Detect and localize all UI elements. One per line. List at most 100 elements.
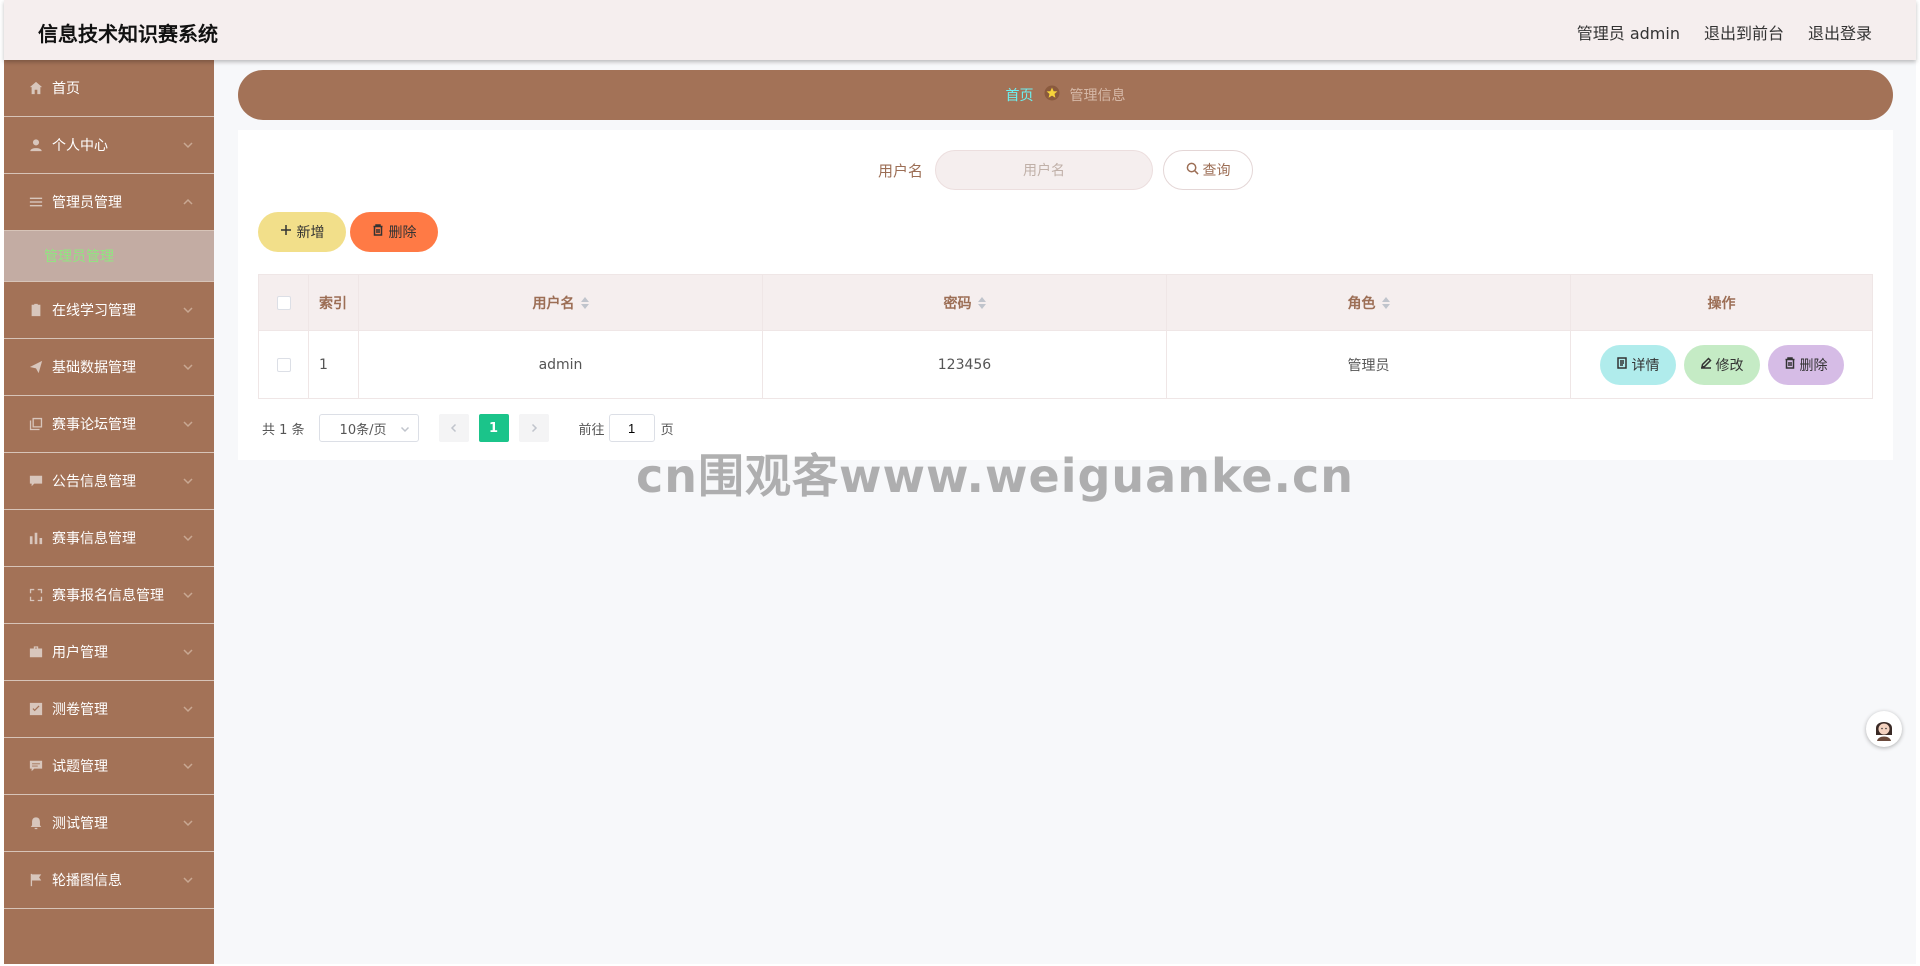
detail-button[interactable]: 详情 <box>1599 344 1676 385</box>
username-search-input[interactable] <box>935 150 1153 190</box>
breadcrumb-current: 管理信息 <box>1069 88 1126 104</box>
page-size-value: 10条/页 <box>339 422 387 438</box>
table-header: 索引 用户名 密码 角色 操作 <box>259 275 1872 330</box>
sidebar-item-tests[interactable]: 测试管理 <box>4 795 214 852</box>
search-icon <box>1186 162 1199 179</box>
cell-username: admin <box>359 331 763 398</box>
sidebar-item-admin-management[interactable]: 管理员管理 <box>4 174 214 231</box>
back-to-front-link[interactable]: 退出到前台 <box>1704 20 1784 44</box>
star-icon <box>1044 85 1060 105</box>
header-password[interactable]: 密码 <box>763 275 1167 330</box>
cell-ops: 详情 修改 删除 <box>1571 331 1872 398</box>
page-number-current[interactable]: 1 <box>478 414 509 442</box>
sidebar: 首页 个人中心 管理员管理 管理员管理 在线学习管理 基础数据管理 赛事论坛管理 <box>4 60 214 964</box>
trash-icon <box>1784 356 1796 373</box>
sidebar-item-label: 测卷管理 <box>52 702 108 718</box>
sidebar-item-forum[interactable]: 赛事论坛管理 <box>4 396 214 453</box>
chevron-down-icon <box>182 817 194 829</box>
home-icon <box>28 80 44 96</box>
main-content: 首页 管理信息 用户名 查询 新增 删除 <box>214 60 1916 964</box>
chevron-down-icon <box>182 139 194 151</box>
sidebar-item-carousel[interactable]: 轮播图信息 <box>4 852 214 909</box>
sidebar-item-label: 轮播图信息 <box>52 873 122 889</box>
edit-button[interactable]: 修改 <box>1683 344 1760 385</box>
sidebar-item-home[interactable]: 首页 <box>4 60 214 117</box>
sort-icon[interactable] <box>977 296 986 309</box>
chart-icon <box>28 530 44 546</box>
detail-button-label: 详情 <box>1631 357 1660 374</box>
page-size-select[interactable]: 10条/页 <box>318 414 419 442</box>
sort-icon[interactable] <box>1381 296 1390 309</box>
app-root: 信息技术知识赛系统 管理员 admin 退出到前台 退出登录 首页 个人中心 管… <box>0 0 1920 966</box>
sidebar-item-profile[interactable]: 个人中心 <box>4 117 214 174</box>
select-all-checkbox[interactable] <box>276 295 291 310</box>
prev-page-button[interactable] <box>438 414 469 442</box>
sidebar-item-label: 公告信息管理 <box>52 474 136 490</box>
edit-button-label: 修改 <box>1715 357 1744 374</box>
sidebar-item-label: 试题管理 <box>52 759 108 775</box>
search-button[interactable]: 查询 <box>1163 150 1253 190</box>
table-row: 1 admin 123456 管理员 详情 修改 删除 <box>259 330 1872 398</box>
sidebar-item-event-registration[interactable]: 赛事报名信息管理 <box>4 567 214 624</box>
header-password-label: 密码 <box>943 295 972 312</box>
row-delete-button-label: 删除 <box>1799 357 1828 374</box>
chevron-down-icon <box>182 703 194 715</box>
sidebar-item-label: 用户管理 <box>52 645 108 661</box>
row-checkbox[interactable] <box>276 357 291 372</box>
sidebar-item-label: 管理员管理 <box>52 195 122 211</box>
sidebar-item-announcements[interactable]: 公告信息管理 <box>4 453 214 510</box>
sidebar-item-test-papers[interactable]: 测卷管理 <box>4 681 214 738</box>
current-user-label: 管理员 admin <box>1576 24 1680 43</box>
sidebar-subitem-admin-management[interactable]: 管理员管理 <box>4 231 214 282</box>
sort-icon[interactable] <box>580 296 589 309</box>
chevron-down-icon <box>182 646 194 658</box>
goto-page-input[interactable] <box>608 414 655 442</box>
next-page-button[interactable] <box>518 414 549 442</box>
sidebar-item-event-info[interactable]: 赛事信息管理 <box>4 510 214 567</box>
header-actions: 管理员 admin 退出到前台 退出登录 <box>1577 20 1872 44</box>
header-username[interactable]: 用户名 <box>359 275 763 330</box>
sidebar-item-questions[interactable]: 试题管理 <box>4 738 214 795</box>
pagination: 共 1 条 10条/页 1 前往 页 <box>262 414 674 442</box>
chevron-down-icon <box>182 760 194 772</box>
trash-icon <box>372 224 384 240</box>
goto-suffix: 页 <box>660 422 674 438</box>
search-button-label: 查询 <box>1202 163 1231 179</box>
goto-label: 前往 <box>578 422 605 438</box>
logout-link[interactable]: 退出登录 <box>1808 20 1872 44</box>
list-icon <box>28 194 44 210</box>
sidebar-item-label: 个人中心 <box>52 138 108 154</box>
sidebar-item-basic-data[interactable]: 基础数据管理 <box>4 339 214 396</box>
sidebar-item-label: 赛事报名信息管理 <box>52 588 164 604</box>
chevron-down-icon <box>182 874 194 886</box>
sidebar-item-label: 赛事信息管理 <box>52 531 136 547</box>
chevron-down-icon <box>182 475 194 487</box>
avatar-icon <box>1871 716 1897 742</box>
sidebar-item-label: 测试管理 <box>52 816 108 832</box>
chevron-up-icon <box>182 196 194 208</box>
add-button[interactable]: 新增 <box>258 212 346 252</box>
plus-icon <box>280 224 292 240</box>
pagination-total: 共 1 条 <box>262 422 305 438</box>
fullscreen-icon <box>28 587 44 603</box>
chevron-left-icon <box>450 423 456 433</box>
sidebar-item-user-management[interactable]: 用户管理 <box>4 624 214 681</box>
batch-delete-button[interactable]: 删除 <box>350 212 438 252</box>
clipboard-icon <box>28 302 44 318</box>
admin-table: 索引 用户名 密码 角色 操作 1 admin 123456 管理员 详情 修改… <box>258 274 1873 399</box>
action-buttons: 新增 删除 <box>258 212 438 252</box>
message-icon <box>28 473 44 489</box>
sidebar-item-online-learning[interactable]: 在线学习管理 <box>4 282 214 339</box>
header-index: 索引 <box>309 275 359 330</box>
avatar[interactable] <box>1866 711 1902 747</box>
bell-off-icon <box>28 815 44 831</box>
header-role-label: 角色 <box>1347 295 1376 312</box>
breadcrumb-home[interactable]: 首页 <box>1006 85 1034 105</box>
send-icon <box>28 359 44 375</box>
breadcrumb: 首页 管理信息 <box>238 70 1893 120</box>
cell-index: 1 <box>309 331 359 398</box>
row-delete-button[interactable]: 删除 <box>1767 344 1844 385</box>
search-label: 用户名 <box>877 161 923 180</box>
header-role[interactable]: 角色 <box>1167 275 1571 330</box>
content-panel: 用户名 查询 新增 删除 索 <box>238 130 1893 460</box>
